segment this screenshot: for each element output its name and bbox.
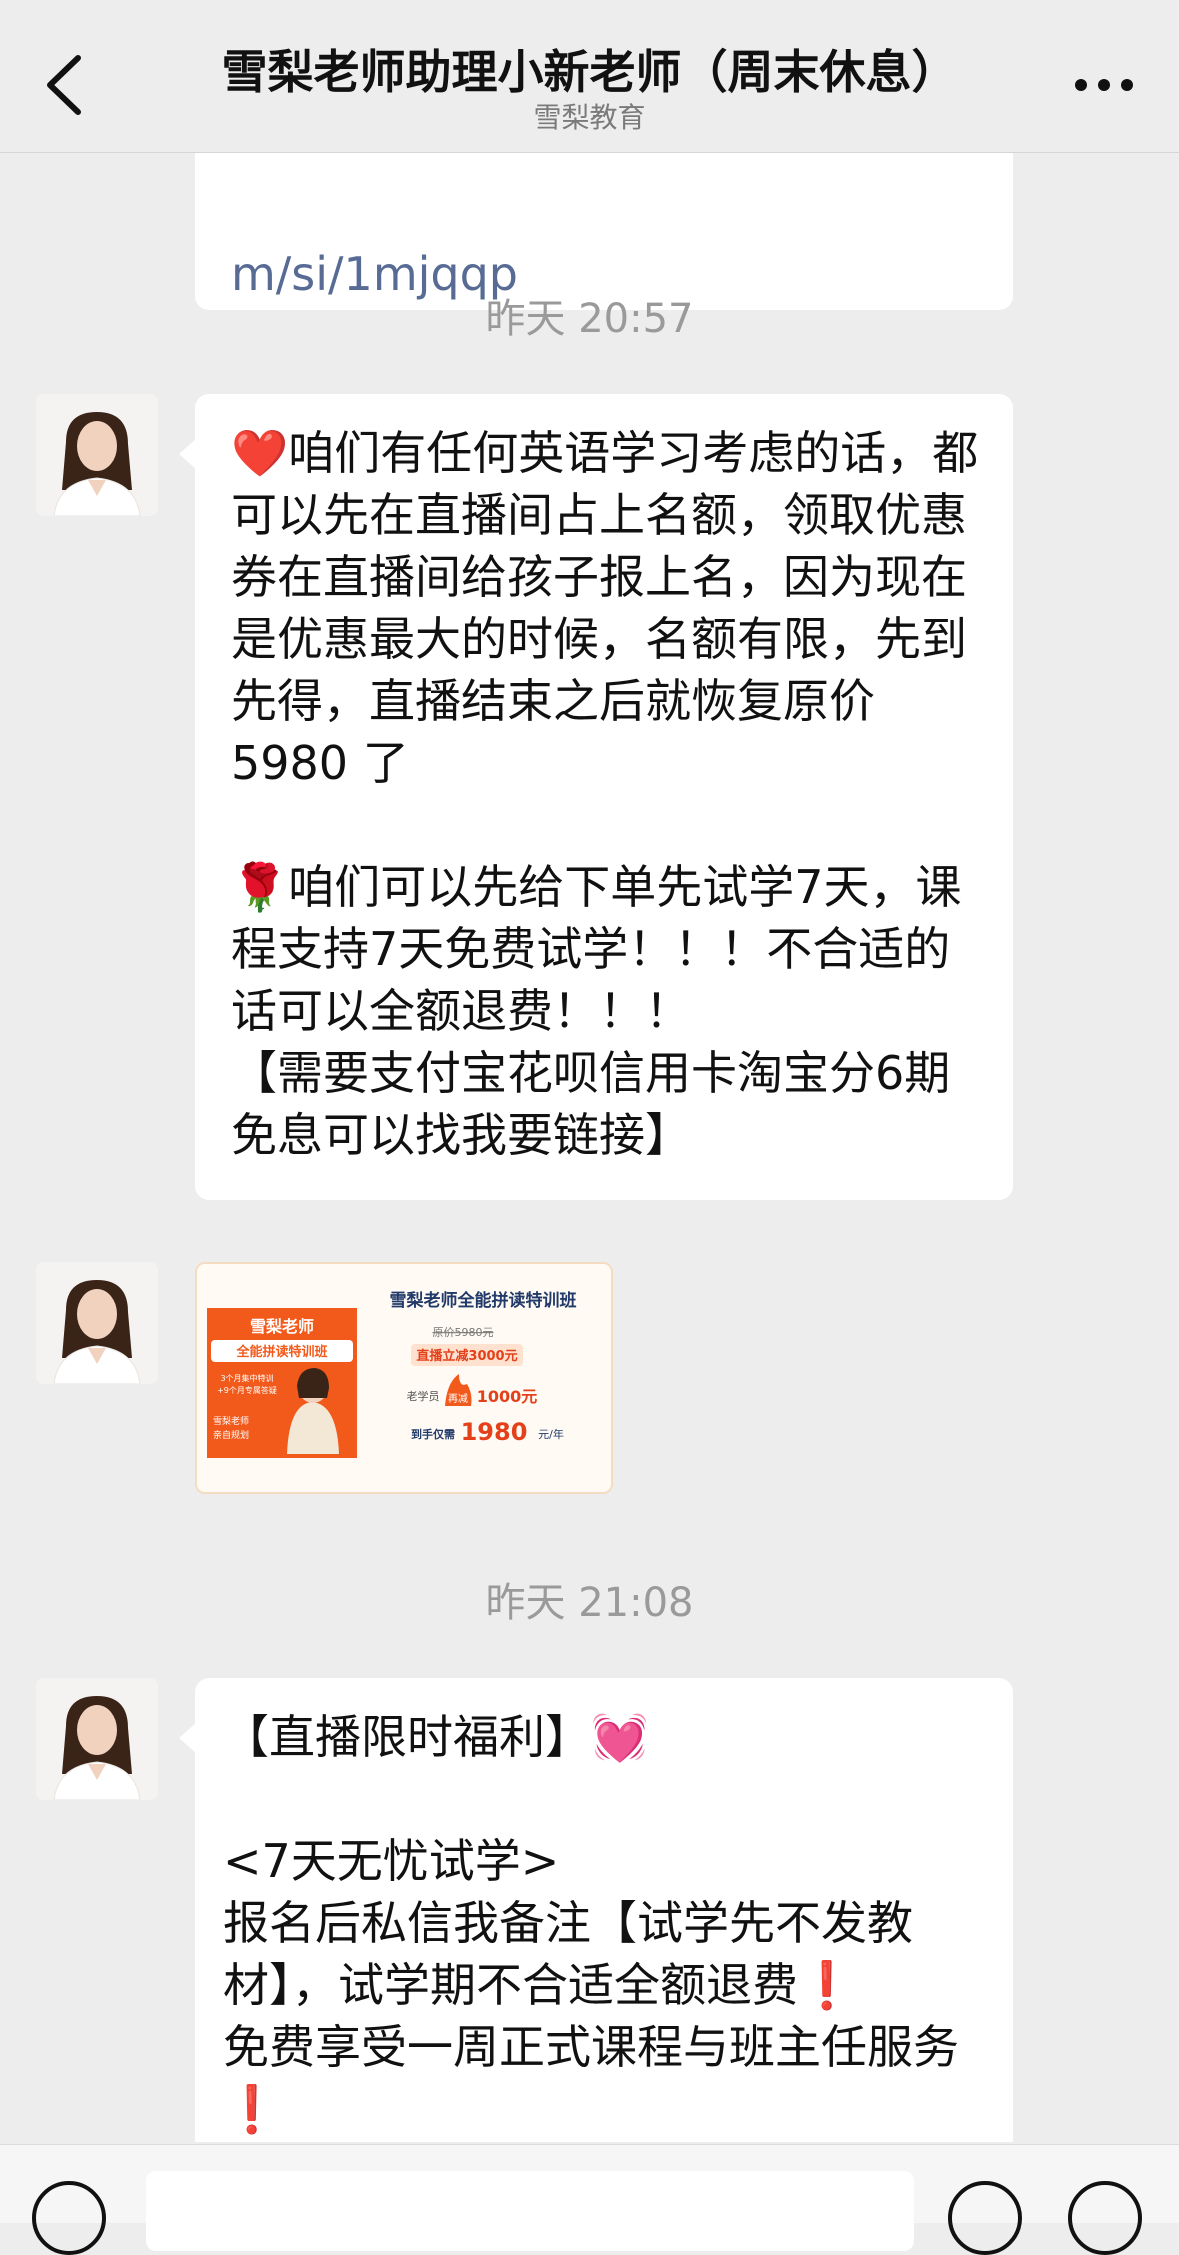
avatar-photo-icon — [36, 1678, 158, 1800]
message-text: 报名后私信我备注【试学先不发教材】，试学期不合适全额退费❗ — [223, 1896, 913, 2012]
avatar-photo-icon — [36, 394, 158, 516]
message-input[interactable] — [146, 2171, 914, 2251]
more-options-icon[interactable] — [1069, 55, 1139, 115]
timestamp: 昨天 20:57 — [485, 296, 694, 342]
chat-title: 雪梨老师助理小新老师（周末休息） — [221, 45, 958, 99]
svg-text:老学员: 老学员 — [407, 1389, 440, 1403]
chat-subtitle: 雪梨教育 — [533, 101, 646, 134]
emoji-icon[interactable] — [948, 2181, 1022, 2255]
svg-text:3个月集中特训: 3个月集中特训 — [220, 1373, 273, 1383]
message-text: 🌹咱们可以先给下单先试学7天，课程支持7天免费试学！！！不合适的话可以全额退费！… — [231, 860, 962, 1038]
message-text: 【需要支付宝花呗信用卡淘宝分6期免息可以找我要链接】 — [231, 1046, 951, 1162]
chat-header: 雪梨老师助理小新老师（周末休息） 雪梨教育 — [0, 0, 1179, 153]
message-text: ❤️咱们有任何英语学习考虑的话，都可以先在直播间占上名额，领取优惠券在直播间给孩… — [231, 426, 979, 790]
timestamp: 昨天 21:08 — [485, 1580, 694, 1626]
image-message[interactable]: 雪梨老师 全能拼读特训班 3个月集中特训 +9个月专属答疑 雪梨老师 亲自规划 … — [195, 1262, 613, 1494]
avatar-photo-icon — [36, 1262, 158, 1384]
message-bubble[interactable]: ❤️咱们有任何英语学习考虑的话，都可以先在直播间占上名额，领取优惠券在直播间给孩… — [179, 394, 1013, 1200]
back-arrow-icon[interactable] — [40, 50, 90, 120]
voice-input-icon[interactable] — [32, 2181, 106, 2255]
final-price: 1980 — [461, 1418, 528, 1446]
promo-left-title: 雪梨老师 — [250, 1317, 314, 1336]
svg-text:原价5980元: 原价5980元 — [433, 1326, 494, 1339]
svg-text:+9个月专属答疑: +9个月专属答疑 — [217, 1385, 277, 1395]
svg-text:元/年: 元/年 — [538, 1427, 564, 1441]
message-text: <7天无忧试学> — [223, 1834, 560, 1888]
message-bubble[interactable]: 【直播限时福利】💓 <7天无忧试学> 报名后私信我备注【试学先不发教材】，试学期… — [179, 1678, 1013, 2142]
promo-right-title: 雪梨老师全能拼读特训班 — [390, 1290, 577, 1311]
svg-text:亲自规划: 亲自规划 — [213, 1429, 249, 1441]
svg-text:雪梨老师: 雪梨老师 — [213, 1415, 249, 1427]
message-list[interactable]: m/si/1mjqqp 昨天 20:57 ❤️咱们有任何英语学习考虑的话，都可以… — [0, 152, 1179, 2142]
svg-text:再减: 再减 — [448, 1393, 468, 1405]
add-more-icon[interactable] — [1068, 2181, 1142, 2255]
message-text: 免费享受一周正式课程与班主任服务❗ — [223, 2020, 959, 2136]
avatar[interactable] — [36, 394, 158, 516]
avatar[interactable] — [36, 1262, 158, 1384]
svg-text:到手仅需: 到手仅需 — [411, 1427, 455, 1441]
message-text: 【直播限时福利】💓 — [223, 1710, 649, 1764]
svg-text:1000元: 1000元 — [477, 1387, 538, 1406]
promo-image: 雪梨老师 全能拼读特训班 3个月集中特训 +9个月专属答疑 雪梨老师 亲自规划 … — [197, 1264, 611, 1492]
svg-text:直播立减3000元: 直播立减3000元 — [416, 1348, 517, 1364]
promo-left-subtitle: 全能拼读特训班 — [235, 1344, 327, 1360]
input-toolbar — [0, 2144, 1179, 2255]
avatar[interactable] — [36, 1678, 158, 1800]
